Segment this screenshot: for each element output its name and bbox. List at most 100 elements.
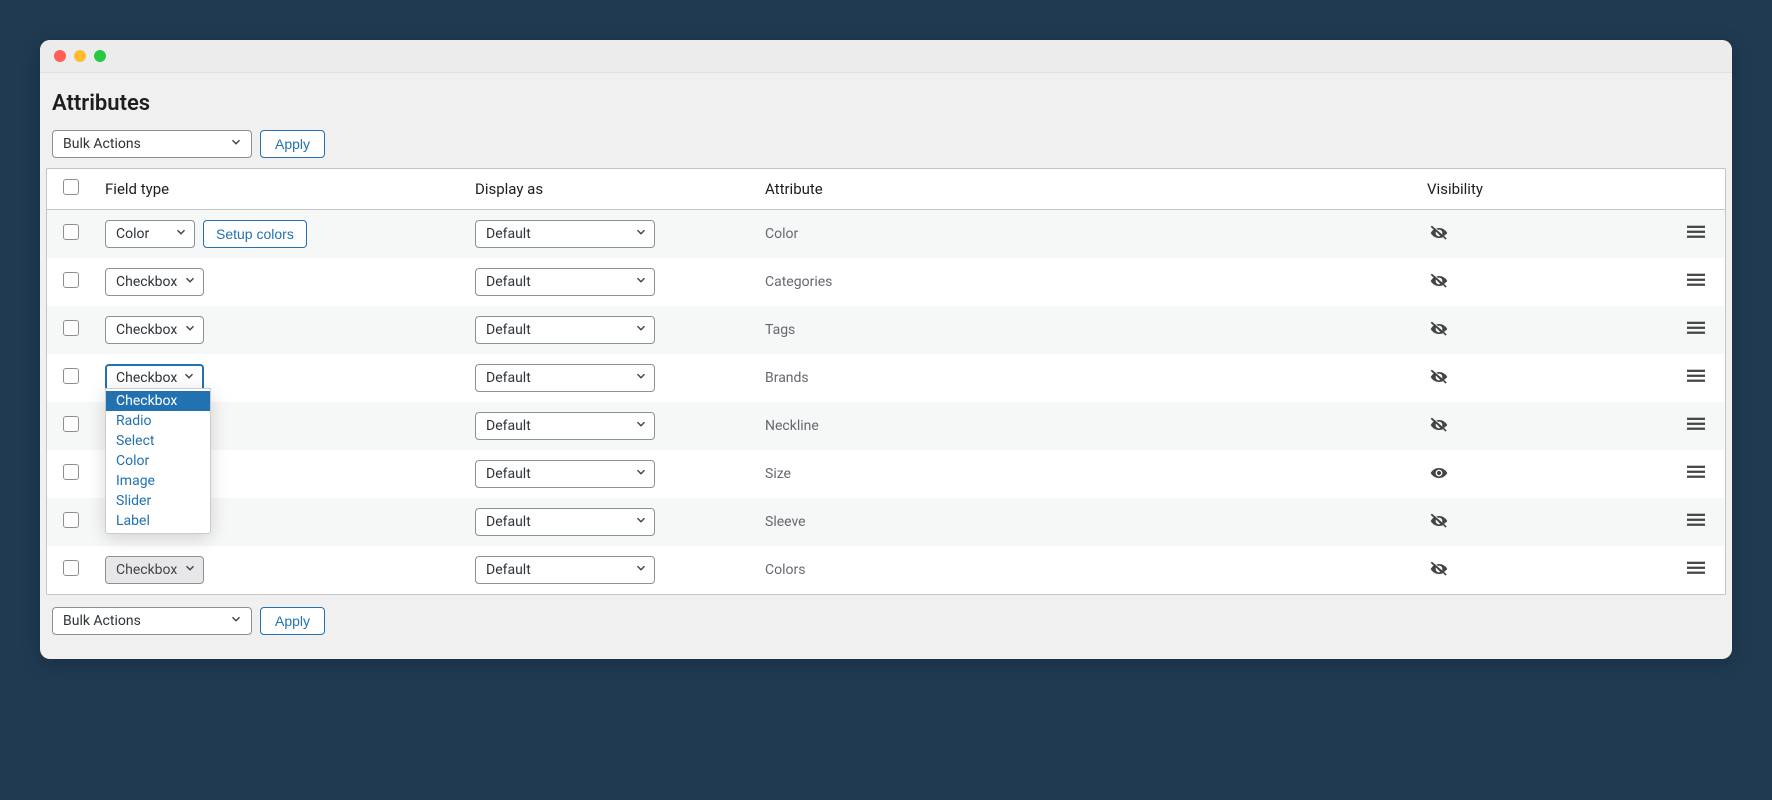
chevron-down-icon xyxy=(183,561,197,579)
field-type-option[interactable]: Checkbox xyxy=(106,391,210,411)
eye-icon xyxy=(1429,463,1449,483)
display-as-select-value: Default xyxy=(486,226,531,242)
display-as-select[interactable]: Default xyxy=(475,412,655,440)
visibility-toggle-hidden[interactable] xyxy=(1427,269,1451,293)
display-as-select[interactable]: Default xyxy=(475,508,655,536)
eye-slash-icon xyxy=(1429,415,1449,435)
field-type-select-value: Checkbox xyxy=(116,274,177,290)
chevron-down-icon xyxy=(634,225,648,243)
eye-slash-icon xyxy=(1429,559,1449,579)
attribute-name: Size xyxy=(765,466,791,482)
eye-slash-icon xyxy=(1429,319,1449,339)
content-area: Attributes Bulk Actions Apply Field type… xyxy=(40,73,1732,659)
column-header-display-as: Display as xyxy=(465,169,755,210)
apply-button[interactable]: Apply xyxy=(260,607,325,635)
display-as-select-value: Default xyxy=(486,466,531,482)
window-titlebar xyxy=(40,40,1732,73)
row-checkbox[interactable] xyxy=(63,320,79,336)
field-type-select: Checkbox xyxy=(105,556,204,584)
drag-handle-icon[interactable] xyxy=(1687,225,1705,239)
drag-handle-icon[interactable] xyxy=(1687,321,1705,335)
display-as-select-value: Default xyxy=(486,370,531,386)
setup-colors-button[interactable]: Setup colors xyxy=(203,220,307,248)
drag-handle-icon[interactable] xyxy=(1687,417,1705,431)
display-as-select[interactable]: Default xyxy=(475,460,655,488)
window-minimize-button[interactable] xyxy=(74,50,86,62)
display-as-select[interactable]: Default xyxy=(475,316,655,344)
window: Attributes Bulk Actions Apply Field type… xyxy=(40,40,1732,659)
drag-handle-icon[interactable] xyxy=(1687,513,1705,527)
field-type-select-value: Checkbox xyxy=(116,322,177,338)
attribute-name: Neckline xyxy=(765,418,819,434)
select-all-checkbox[interactable] xyxy=(63,179,79,195)
chevron-down-icon xyxy=(634,465,648,483)
table-row: Default Sleeve xyxy=(47,498,1725,546)
visibility-toggle-hidden[interactable] xyxy=(1427,413,1451,437)
window-close-button[interactable] xyxy=(54,50,66,62)
display-as-select-value: Default xyxy=(486,322,531,338)
row-checkbox[interactable] xyxy=(63,416,79,432)
column-header-field-type: Field type xyxy=(95,169,465,210)
drag-handle-icon[interactable] xyxy=(1687,369,1705,383)
attribute-name: Categories xyxy=(765,274,832,290)
row-checkbox[interactable] xyxy=(63,560,79,576)
field-type-option[interactable]: Label xyxy=(106,511,210,531)
chevron-down-icon xyxy=(634,561,648,579)
attribute-name: Colors xyxy=(765,562,805,578)
attributes-table: Field type Display as Attribute Visibili… xyxy=(46,168,1726,595)
chevron-down-icon xyxy=(634,273,648,291)
row-checkbox[interactable] xyxy=(63,464,79,480)
field-type-select[interactable]: Checkbox xyxy=(105,268,204,296)
display-as-select-value: Default xyxy=(486,514,531,530)
field-type-option[interactable]: Select xyxy=(106,431,210,451)
field-type-select-value: Checkbox xyxy=(116,562,177,578)
window-maximize-button[interactable] xyxy=(94,50,106,62)
chevron-down-icon xyxy=(634,513,648,531)
display-as-select[interactable]: Default xyxy=(475,364,655,392)
visibility-toggle-hidden[interactable] xyxy=(1427,557,1451,581)
display-as-select[interactable]: Default xyxy=(475,268,655,296)
visibility-toggle-visible[interactable] xyxy=(1427,461,1451,485)
field-type-option[interactable]: Color xyxy=(106,451,210,471)
visibility-toggle-hidden[interactable] xyxy=(1427,365,1451,389)
attribute-name: Sleeve xyxy=(765,514,806,530)
row-checkbox[interactable] xyxy=(63,368,79,384)
page-title: Attributes xyxy=(46,85,1726,130)
drag-handle-icon[interactable] xyxy=(1687,561,1705,575)
visibility-toggle-hidden[interactable] xyxy=(1427,509,1451,533)
bulk-actions-select[interactable]: Bulk Actions xyxy=(52,607,252,635)
visibility-toggle-hidden[interactable] xyxy=(1427,317,1451,341)
row-checkbox[interactable] xyxy=(63,224,79,240)
chevron-down-icon xyxy=(229,612,243,630)
chevron-down-icon xyxy=(634,369,648,387)
display-as-select[interactable]: Default xyxy=(475,220,655,248)
bulk-actions-toolbar-top: Bulk Actions Apply xyxy=(46,130,1726,168)
eye-slash-icon xyxy=(1429,511,1449,531)
bulk-actions-select[interactable]: Bulk Actions xyxy=(52,130,252,158)
display-as-select-value: Default xyxy=(486,274,531,290)
drag-handle-icon[interactable] xyxy=(1687,273,1705,287)
apply-button[interactable]: Apply xyxy=(260,130,325,158)
field-type-select-value: Color xyxy=(116,226,149,242)
chevron-down-icon xyxy=(182,369,196,387)
column-header-visibility: Visibility xyxy=(1417,169,1677,210)
field-type-option[interactable]: Image xyxy=(106,471,210,491)
chevron-down-icon xyxy=(634,321,648,339)
row-checkbox[interactable] xyxy=(63,272,79,288)
eye-slash-icon xyxy=(1429,271,1449,291)
display-as-select[interactable]: Default xyxy=(475,556,655,584)
attribute-name: Brands xyxy=(765,370,809,386)
table-row: Default Size xyxy=(47,450,1725,498)
chevron-down-icon xyxy=(634,417,648,435)
field-type-option[interactable]: Slider xyxy=(106,491,210,511)
field-type-option[interactable]: Radio xyxy=(106,411,210,431)
drag-handle-icon[interactable] xyxy=(1687,465,1705,479)
row-checkbox[interactable] xyxy=(63,512,79,528)
field-type-select[interactable]: Checkbox xyxy=(105,316,204,344)
attribute-name: Tags xyxy=(765,322,795,338)
field-type-select[interactable]: CheckboxCheckboxRadioSelectColorImageSli… xyxy=(105,364,204,392)
visibility-toggle-hidden[interactable] xyxy=(1427,221,1451,245)
field-type-select[interactable]: Color xyxy=(105,220,195,248)
display-as-select-value: Default xyxy=(486,418,531,434)
chevron-down-icon xyxy=(174,225,188,243)
